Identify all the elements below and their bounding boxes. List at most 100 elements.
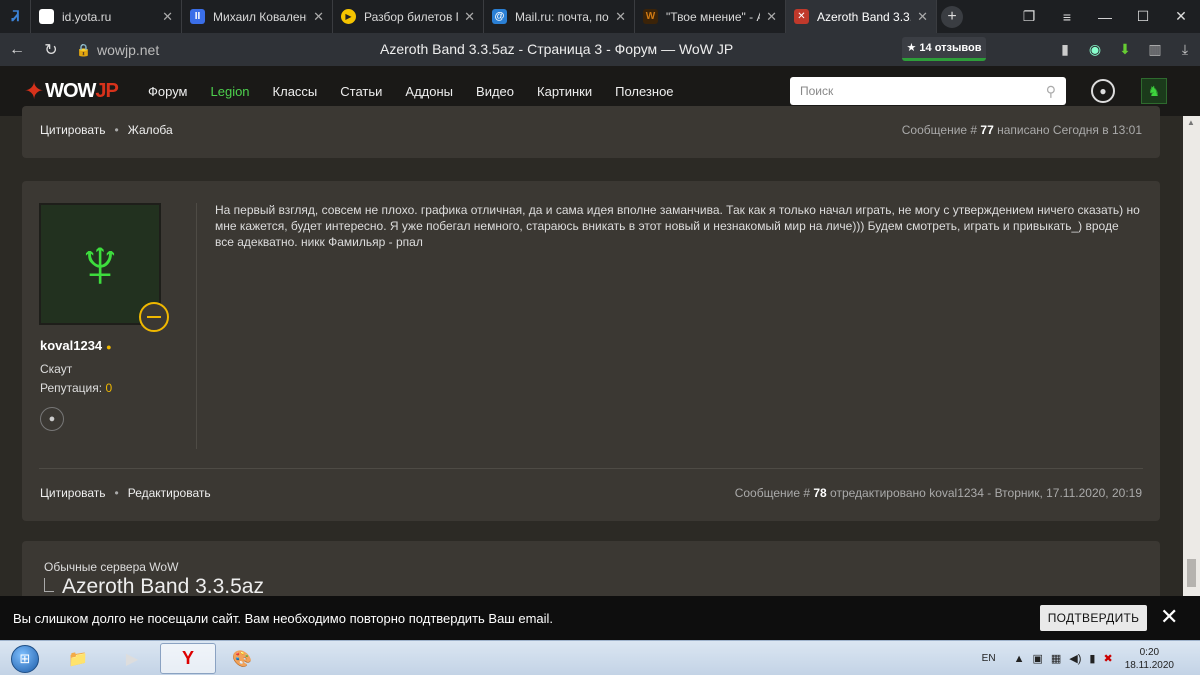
nav-video[interactable]: Видео: [476, 84, 514, 99]
minimize-icon[interactable]: —: [1086, 0, 1124, 33]
pause-icon: II: [190, 9, 205, 24]
start-button[interactable]: ⊞: [4, 642, 46, 675]
nav-useful[interactable]: Полезное: [615, 84, 673, 99]
close-icon[interactable]: ✕: [615, 9, 626, 25]
topic-title[interactable]: Azeroth Band 3.3.5az: [62, 575, 264, 598]
quote-link[interactable]: Цитировать: [40, 486, 106, 500]
post-card-78: ♆ koval1234 ● Скаут Репутация: 0 ● На пер…: [22, 181, 1160, 521]
nav-classes[interactable]: Классы: [273, 84, 318, 99]
language-indicator[interactable]: EN: [982, 653, 996, 664]
separator: •: [114, 486, 119, 500]
tray-app-icon[interactable]: ▣: [1032, 652, 1042, 665]
profile-button[interactable]: ●: [40, 407, 64, 431]
volume-icon[interactable]: ◀): [1069, 652, 1081, 665]
scroll-up-icon[interactable]: ▲: [1187, 118, 1195, 127]
notice-close-icon[interactable]: ✕: [1160, 604, 1178, 630]
mail-icon: @: [492, 9, 507, 24]
user-account-icon[interactable]: ●: [1091, 79, 1115, 103]
paint-app-icon[interactable]: 🎨: [214, 643, 270, 674]
post-actions: Цитировать • Жалоба: [40, 123, 173, 137]
post-body: На первый взгляд, совсем не плохо. графи…: [215, 203, 1140, 249]
edit-link[interactable]: Редактировать: [128, 486, 211, 500]
back-arrow-icon[interactable]: ←: [0, 33, 34, 66]
extension-eye-icon[interactable]: ◉: [1080, 33, 1110, 66]
browser-tab[interactable]: W "Твое мнение" - Ак ✕: [635, 0, 786, 33]
extension-book-icon[interactable]: ▥: [1140, 33, 1170, 66]
extension-download-icon[interactable]: ⬇: [1110, 33, 1140, 66]
browser-tab[interactable]: ▶ Разбор билетов ПДД ✕: [333, 0, 484, 33]
close-icon[interactable]: ✕: [162, 9, 173, 25]
reviews-badge[interactable]: ★ 14 отзывов: [902, 37, 986, 61]
hamburger-menu-icon[interactable]: ≡: [1048, 0, 1086, 33]
close-icon[interactable]: ✕: [313, 9, 324, 25]
page-scrollbar[interactable]: ▲ ▼: [1183, 116, 1200, 640]
reputation-value[interactable]: 0: [105, 381, 112, 395]
wow-icon: W: [643, 9, 658, 24]
nav-legion[interactable]: Legion: [211, 84, 250, 99]
lock-icon: 🔒: [76, 42, 91, 57]
clock-time: 0:20: [1139, 646, 1160, 658]
user-icon: ●: [48, 413, 56, 425]
browser-tab[interactable]: II Михаил Коваленко ✕: [182, 0, 333, 33]
window-close-icon[interactable]: ✕: [1162, 0, 1200, 33]
bookmark-icon[interactable]: ▮: [1050, 33, 1080, 66]
meta-prefix: Сообщение #: [901, 123, 978, 137]
toolbar-icons: ▮ ◉ ⬇ ▥ ⤓: [1050, 33, 1200, 66]
rank-badge-icon: [139, 302, 169, 332]
url-field[interactable]: 🔒 wowjp.net: [76, 42, 159, 58]
confirm-button[interactable]: ПОДТВЕРДИТЬ: [1040, 605, 1147, 631]
reload-icon[interactable]: ↻: [34, 33, 68, 66]
browser-tab-pinned[interactable]: Ꮨ: [0, 0, 31, 33]
tree-corner-icon: [44, 578, 54, 592]
power-icon[interactable]: ▮: [1089, 652, 1095, 665]
search-icon[interactable]: ⚲: [1046, 83, 1056, 100]
browser-tab[interactable]: @ Mail.ru: почта, поиск ✕: [484, 0, 635, 33]
post-number[interactable]: 78: [813, 486, 826, 500]
scrollbar-thumb[interactable]: [1187, 559, 1196, 587]
tab-label: id.yota.ru: [62, 9, 112, 24]
browser-tab-active[interactable]: ✕ Azeroth Band 3.3.5az ✕: [786, 0, 937, 33]
maximize-icon[interactable]: ☐: [1124, 0, 1162, 33]
nav-pictures[interactable]: Картинки: [537, 84, 592, 99]
globe-icon: [39, 9, 54, 24]
site-logo[interactable]: ✦ WOW JP: [24, 77, 124, 106]
yota-icon: Ꮨ: [11, 8, 20, 24]
browser-tab[interactable]: id.yota.ru ✕: [31, 0, 182, 33]
tray-expand-icon[interactable]: ▲: [1014, 653, 1025, 665]
nav-addons[interactable]: Аддоны: [405, 84, 453, 99]
close-icon[interactable]: ✕: [917, 9, 928, 25]
nav-forum[interactable]: Форум: [148, 84, 188, 99]
new-tab-button[interactable]: +: [937, 0, 967, 33]
explorer-app-icon[interactable]: 📁: [50, 643, 106, 674]
clock[interactable]: 0:20 18.11.2020: [1125, 646, 1174, 672]
wowjp-icon: ✕: [794, 9, 809, 24]
windows-taskbar: ⊞ 📁 ▶ Y 🎨 EN ▲ ▣ ▦ ◀) ▮ ✖ 0:20 18.11.202…: [0, 640, 1200, 675]
close-icon[interactable]: ✕: [766, 9, 777, 25]
logo-text: WOW: [45, 79, 96, 102]
address-bar: ← ↻ 🔒 wowjp.net Azeroth Band 3.3.5az - С…: [0, 33, 1200, 66]
action-center-icon[interactable]: ✖: [1103, 652, 1112, 665]
user-avatar[interactable]: ♞: [1141, 78, 1167, 104]
tabs-menu-icon[interactable]: ❐: [1010, 0, 1048, 33]
quote-link[interactable]: Цитировать: [40, 123, 106, 137]
report-link[interactable]: Жалоба: [128, 123, 173, 137]
search-input[interactable]: [800, 84, 1046, 98]
close-icon[interactable]: ✕: [464, 9, 475, 25]
separator: •: [114, 123, 119, 137]
yandex-browser-app-icon[interactable]: Y: [160, 643, 216, 674]
play-icon: ▶: [341, 9, 356, 24]
network-icon[interactable]: ▦: [1051, 652, 1061, 665]
media-player-app-icon[interactable]: ▶: [104, 643, 160, 674]
browser-tab-strip: Ꮨ id.yota.ru ✕ II Михаил Коваленко ✕ ▶ Р…: [0, 0, 1200, 33]
window-controls: ❐ ≡ — ☐ ✕: [1010, 0, 1200, 33]
url-text: wowjp.net: [96, 41, 160, 58]
username[interactable]: koval1234 ●: [40, 338, 112, 353]
user-rank: Скаут: [40, 362, 73, 376]
plus-icon: +: [941, 5, 963, 28]
downloads-icon[interactable]: ⤓: [1170, 33, 1200, 66]
breadcrumb-parent[interactable]: Обычные сервера WoW: [44, 560, 178, 574]
username-text: koval1234: [40, 338, 103, 353]
windows-logo-icon: ⊞: [11, 644, 39, 673]
nav-articles[interactable]: Статьи: [340, 84, 382, 99]
post-number[interactable]: 77: [980, 123, 993, 137]
